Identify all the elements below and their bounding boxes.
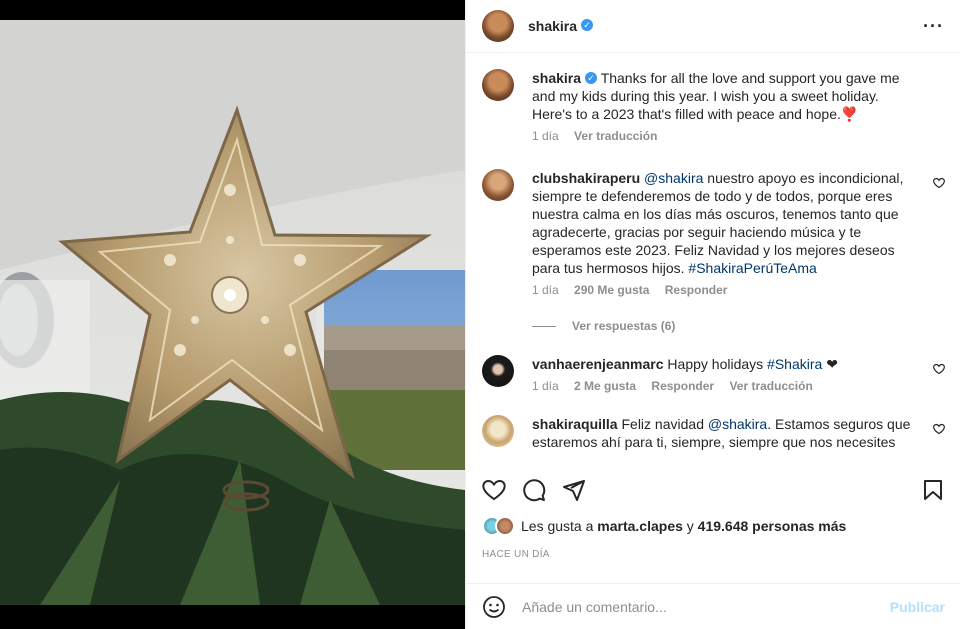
publish-button[interactable]: Publicar	[890, 599, 945, 615]
like-heart-icon[interactable]	[482, 478, 506, 502]
likes-count[interactable]: 419.648 personas más	[698, 518, 847, 534]
add-comment-bar: Añade un comentario... Publicar	[466, 583, 960, 629]
caption-username[interactable]: shakira	[532, 70, 581, 86]
translate-button[interactable]: Ver traducción	[729, 379, 812, 393]
caption-avatar[interactable]	[482, 69, 514, 101]
reply-button[interactable]: Responder	[665, 283, 728, 297]
comment-text: Happy holidays	[667, 356, 768, 372]
view-replies-label: Ver respuestas (6)	[572, 319, 676, 333]
comment-item: shakiraquilla Feliz navidad @shakira. Es…	[482, 415, 945, 451]
author-avatar[interactable]	[482, 10, 514, 42]
view-replies-button[interactable]: Ver respuestas (6)	[532, 319, 945, 333]
media-bottom-bar	[0, 605, 465, 629]
comment-input[interactable]: Añade un comentario...	[522, 599, 890, 615]
replies-divider	[532, 325, 556, 327]
verified-badge-icon: ✓	[581, 19, 594, 31]
post-header: shakira ✓ ···	[466, 0, 960, 53]
caption: shakira ✓ Thanks for all the love and sup…	[482, 69, 945, 143]
comment-mention[interactable]: @shakira	[644, 170, 703, 186]
comment-item: vanhaerenjeanmarc Happy holidays #Shakir…	[482, 355, 945, 393]
like-heart-icon[interactable]	[933, 177, 945, 189]
comment-likes[interactable]: 290 Me gusta	[574, 283, 649, 297]
comment-time[interactable]: 1 día	[532, 283, 559, 297]
comment-item: clubshakiraperu @shakira nuestro apoyo e…	[482, 169, 945, 297]
likes-summary: Les gusta a marta.clapes y 419.648 perso…	[482, 516, 846, 536]
verified-badge-icon: ✓	[585, 72, 598, 85]
comment-meta: 1 día 290 Me gusta Responder	[532, 283, 921, 297]
comment-hashtag[interactable]: #Shakira	[767, 356, 822, 372]
comment-username[interactable]: clubshakiraperu	[532, 170, 640, 186]
comment-suffix: ❤	[822, 356, 838, 372]
emoji-icon[interactable]	[482, 595, 506, 619]
caption-translate-button[interactable]: Ver traducción	[574, 129, 657, 143]
likes-middle: y	[682, 518, 698, 534]
comment-username[interactable]: shakiraquilla	[532, 416, 618, 432]
comment-avatar[interactable]	[482, 415, 514, 447]
post-timestamp[interactable]: HACE UN DÍA	[482, 549, 550, 560]
caption-meta: 1 día Ver traducción	[532, 129, 921, 143]
comment-avatar[interactable]	[482, 355, 514, 387]
bookmark-save-icon[interactable]	[921, 478, 945, 502]
comments-list[interactable]: shakira ✓ Thanks for all the love and sup…	[466, 53, 960, 459]
comment-mention[interactable]: @shakira	[708, 416, 767, 432]
post-sidebar: shakira ✓ ··· shakira ✓ Thanks for all th…	[465, 0, 960, 629]
comment-meta: 1 día 2 Me gusta Responder Ver traducció…	[532, 379, 921, 393]
action-bar	[466, 470, 960, 510]
comment-bubble-icon[interactable]	[522, 478, 546, 502]
reply-button[interactable]: Responder	[651, 379, 714, 393]
author-username[interactable]: shakira	[528, 18, 577, 34]
post-image[interactable]	[0, 0, 465, 629]
media-top-bar	[0, 0, 465, 20]
comment-time[interactable]: 1 día	[532, 379, 559, 393]
comment-likes[interactable]: 2 Me gusta	[574, 379, 636, 393]
comment-hashtag[interactable]: #ShakiraPerúTeAma	[688, 260, 816, 276]
like-heart-icon[interactable]	[933, 363, 945, 375]
more-options-icon[interactable]: ···	[923, 16, 944, 37]
liker-username[interactable]: marta.clapes	[597, 518, 683, 534]
like-heart-icon[interactable]	[933, 423, 945, 435]
caption-time[interactable]: 1 día	[532, 129, 559, 143]
comment-avatar[interactable]	[482, 169, 514, 201]
star-tree-topper-photo	[0, 20, 465, 605]
share-send-icon[interactable]	[562, 478, 586, 502]
likes-prefix: Les gusta a	[521, 518, 598, 534]
liker-avatar	[495, 516, 515, 536]
comment-text: Feliz navidad	[621, 416, 708, 432]
comment-username[interactable]: vanhaerenjeanmarc	[532, 356, 664, 372]
